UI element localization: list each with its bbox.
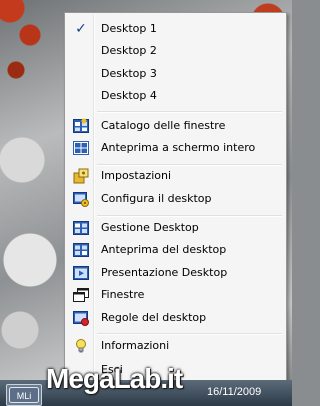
menu-item-label: Anteprima a schermo intero: [101, 141, 256, 154]
menu-item-label: Configura il desktop: [101, 192, 212, 205]
settings-icon: [73, 168, 89, 184]
menu-item-label: Finestre: [101, 288, 145, 301]
menu-item-fullscreen-preview[interactable]: Anteprima a schermo intero: [67, 137, 284, 159]
megalab-watermark: MegaLab.it: [46, 363, 183, 394]
menu-item-label: Informazioni: [101, 339, 170, 352]
desktop-rules-icon: [73, 310, 89, 326]
menu-item-label: Regole del desktop: [101, 311, 207, 324]
window-catalog-icon: [73, 118, 89, 134]
menu-item-configure-desktop[interactable]: Configura il desktop: [67, 188, 284, 210]
menu-item-desktop-2[interactable]: Desktop 2: [67, 40, 284, 62]
desktop-manager-icon: [73, 220, 89, 236]
checkmark-icon: ✓: [75, 21, 87, 37]
menu-item-desktop-manager[interactable]: Gestione Desktop: [67, 217, 284, 239]
menu-item-windows[interactable]: Finestre: [67, 284, 284, 306]
menu-item-label: Anteprima del desktop: [101, 243, 227, 256]
menu-item-label: Desktop 2: [101, 44, 157, 57]
tray-app-icon[interactable]: MLi: [6, 384, 42, 406]
menu-item-desktop-preview[interactable]: Anteprima del desktop: [67, 239, 284, 261]
menu-item-window-catalog[interactable]: Catalogo delle finestre: [67, 115, 284, 137]
menu-item-label: Desktop 1: [101, 22, 157, 35]
context-menu: ✓ Desktop 1 Desktop 2 Desktop 3 Desktop …: [64, 12, 287, 386]
menu-item-about[interactable]: Informazioni: [67, 335, 284, 357]
menu-item-desktop-1[interactable]: ✓ Desktop 1: [67, 18, 284, 40]
menu-item-desktop-presentation[interactable]: Presentazione Desktop: [67, 262, 284, 284]
lightbulb-icon: [73, 338, 89, 354]
menu-item-desktop-rules[interactable]: Regole del desktop: [67, 307, 284, 329]
menu-item-label: Impostazioni: [101, 169, 172, 182]
windows-icon: [73, 287, 89, 303]
menu-item-label: Presentazione Desktop: [101, 266, 228, 279]
menu-item-settings[interactable]: Impostazioni: [67, 165, 284, 187]
menu-separator: [97, 111, 282, 113]
taskbar-clock[interactable]: 16/11/2009: [207, 386, 261, 398]
configure-desktop-icon: [73, 191, 89, 207]
menu-item-label: Gestione Desktop: [101, 221, 199, 234]
desktop-preview-icon: [73, 242, 89, 258]
desktop-presentation-icon: [73, 265, 89, 281]
menu-item-desktop-3[interactable]: Desktop 3: [67, 63, 284, 85]
menu-item-desktop-4[interactable]: Desktop 4: [67, 85, 284, 107]
menu-item-label: Desktop 4: [101, 89, 157, 102]
fullscreen-preview-icon: [73, 140, 89, 156]
menu-item-label: Catalogo delle finestre: [101, 119, 226, 132]
tray-app-label: MLi: [17, 391, 32, 401]
menu-item-label: Desktop 3: [101, 67, 157, 80]
